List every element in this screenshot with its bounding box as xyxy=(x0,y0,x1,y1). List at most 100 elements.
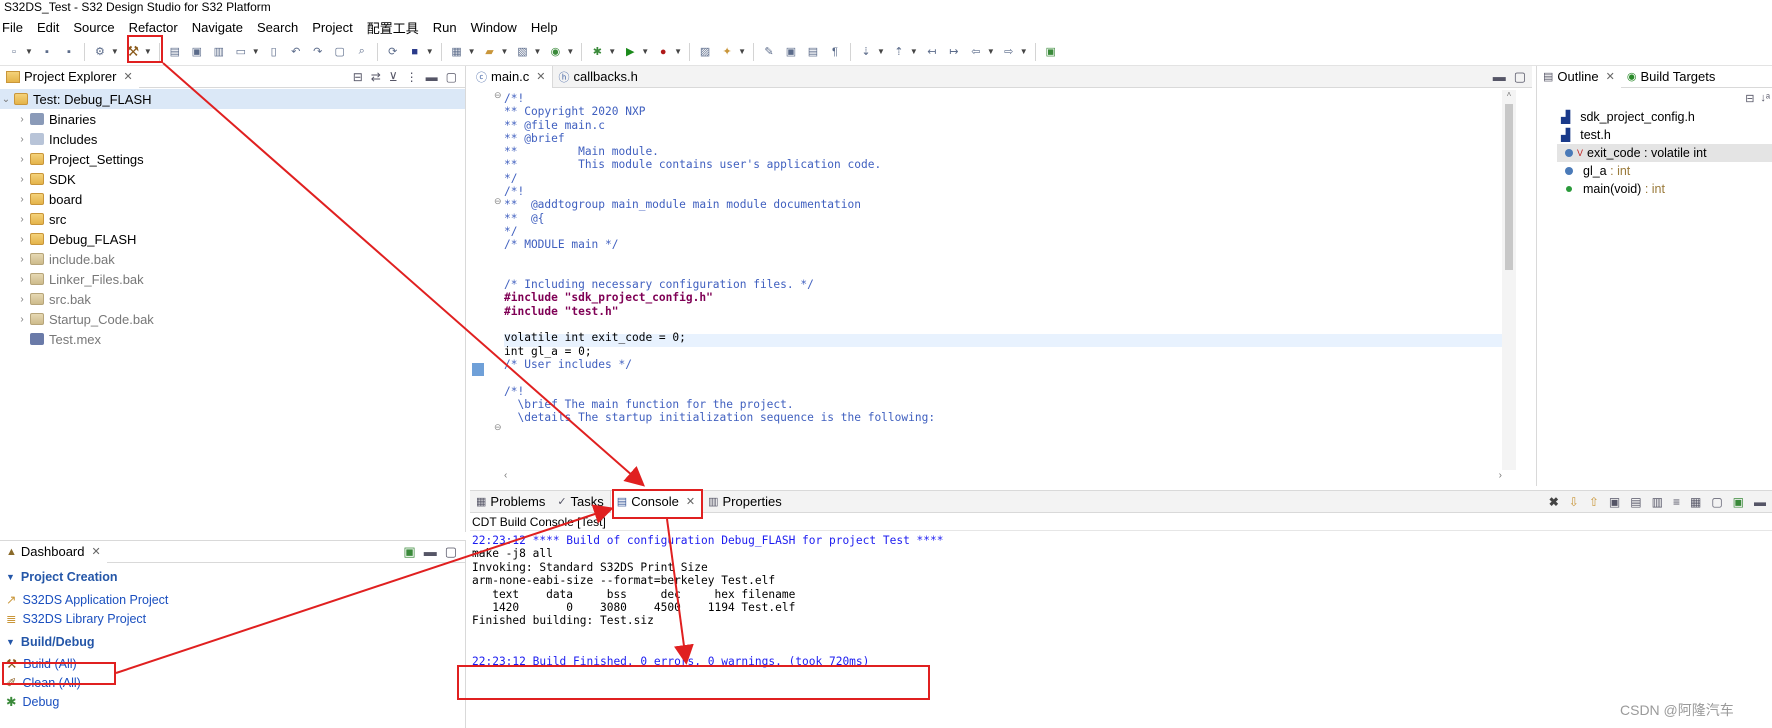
tab-build-targets[interactable]: ◉ Build Targets xyxy=(1621,66,1722,88)
outline-item[interactable]: ▟ sdk_project_config.h xyxy=(1561,108,1772,126)
chevron-down-icon[interactable]: ▼ xyxy=(252,47,260,56)
refresh-icon[interactable]: ⟳ xyxy=(385,44,401,60)
chevron-down-icon[interactable]: ▼ xyxy=(566,47,574,56)
tree-item[interactable]: › board xyxy=(0,189,465,209)
maximize-icon[interactable]: ▢ xyxy=(445,544,457,560)
scroll-lock-icon[interactable]: ▥ xyxy=(1652,495,1663,509)
console-output[interactable]: 22:23:12 **** Build of configuration Deb… xyxy=(470,531,1772,671)
menu-source[interactable]: Source xyxy=(73,20,114,35)
expand-chevron-icon[interactable]: › xyxy=(16,154,28,165)
tree-root[interactable]: ⌄ Test: Debug_FLASH xyxy=(0,89,465,109)
new-class-icon[interactable]: ▧ xyxy=(514,44,530,60)
scrollbar-thumb[interactable] xyxy=(1505,104,1513,270)
debug-bug-icon[interactable]: ✱ xyxy=(589,44,605,60)
collapse-all-icon[interactable]: ⊟ xyxy=(353,70,363,84)
chevron-down-icon[interactable]: ▼ xyxy=(501,47,509,56)
scroll-left-icon[interactable]: ‹ xyxy=(504,470,507,484)
chevron-down-icon[interactable]: ▼ xyxy=(877,47,885,56)
link-library-project[interactable]: S32DS Library Project xyxy=(22,612,146,626)
monitor-icon[interactable]: ▭ xyxy=(233,44,249,60)
flash-icon[interactable]: ✦ xyxy=(719,44,735,60)
menu-refactor[interactable]: Refactor xyxy=(129,20,178,35)
scroll-up-icon[interactable]: ⇧ xyxy=(1589,495,1599,509)
save-all-icon[interactable]: ▪ xyxy=(61,44,77,60)
tab-properties[interactable]: ▥ Properties xyxy=(702,491,788,513)
search-icon[interactable]: ⌕ xyxy=(354,44,370,60)
terminal-icon[interactable]: ▢ xyxy=(332,44,348,60)
library-icon[interactable]: ▥ xyxy=(211,44,227,60)
scroll-right-icon[interactable]: › xyxy=(1499,470,1502,484)
chevron-down-icon[interactable]: ▼ xyxy=(674,47,682,56)
last-edit-icon[interactable]: ↤ xyxy=(924,44,940,60)
chevron-down-icon[interactable]: ▼ xyxy=(608,47,616,56)
display-console-icon[interactable]: ▢ xyxy=(1711,495,1722,509)
menu-file[interactable]: File xyxy=(2,20,23,35)
expand-chevron-icon[interactable]: › xyxy=(16,234,28,245)
outline-item[interactable]: ▟ test.h xyxy=(1561,126,1772,144)
link-editor-icon[interactable]: ⇄ xyxy=(371,70,381,84)
expand-chevron-icon[interactable]: ⌄ xyxy=(0,94,12,105)
new-source-icon[interactable]: ▣ xyxy=(189,44,205,60)
tab-dashboard[interactable]: ▲ Dashboard ✕ xyxy=(0,540,107,563)
close-icon[interactable]: ✕ xyxy=(92,545,101,558)
dashboard-action-icon[interactable]: ▣ xyxy=(403,544,415,560)
tab-tasks[interactable]: ✓ Tasks xyxy=(551,491,609,513)
chevron-down-icon[interactable]: ▼ xyxy=(468,47,476,56)
chevron-down-icon[interactable]: ▼ xyxy=(426,47,434,56)
tree-item[interactable]: › src xyxy=(0,209,465,229)
chevron-down-icon[interactable]: ▼ xyxy=(1020,47,1028,56)
save-icon[interactable]: ▪ xyxy=(39,44,55,60)
link-debug[interactable]: Debug xyxy=(22,695,59,709)
file-icon[interactable]: ▯ xyxy=(266,44,282,60)
menu-navigate[interactable]: Navigate xyxy=(192,20,243,35)
tab-main-c[interactable]: ⓒ main.c ✕ xyxy=(470,65,553,88)
pilcrow-icon[interactable]: ¶ xyxy=(827,44,843,60)
expand-chevron-icon[interactable]: › xyxy=(16,274,28,285)
close-icon[interactable]: ✕ xyxy=(123,70,132,83)
menu-run[interactable]: Run xyxy=(433,20,457,35)
tree-item[interactable]: › src.bak xyxy=(0,289,465,309)
outline-item[interactable]: gl_a : int xyxy=(1561,162,1772,180)
chevron-down-icon[interactable]: ▼ xyxy=(987,47,995,56)
dashboard-item[interactable]: ✱ Debug xyxy=(6,692,465,711)
close-icon[interactable]: ✕ xyxy=(536,70,545,83)
next-annotation-icon[interactable]: ⇣ xyxy=(858,44,874,60)
minimize-icon[interactable]: ▬ xyxy=(1493,69,1506,85)
chevron-down-icon[interactable]: ▼ xyxy=(910,47,918,56)
new-project-icon[interactable]: ▦ xyxy=(449,44,465,60)
chip-icon[interactable]: ■ xyxy=(407,44,423,60)
tree-item[interactable]: › Project_Settings xyxy=(0,149,465,169)
tree-item[interactable]: › Includes xyxy=(0,129,465,149)
menu-edit[interactable]: Edit xyxy=(37,20,59,35)
expand-chevron-icon[interactable]: › xyxy=(16,194,28,205)
dashboard-item[interactable]: ≣ S32DS Library Project xyxy=(6,609,465,628)
chevron-down-icon[interactable]: ▼ xyxy=(25,47,33,56)
tree-item[interactable]: Test.mex xyxy=(0,329,465,349)
tree-item[interactable]: › Debug_FLASH xyxy=(0,229,465,249)
tab-callbacks-h[interactable]: ⓗ callbacks.h xyxy=(553,66,644,88)
scroll-down-icon[interactable]: ⇩ xyxy=(1569,495,1579,509)
tab-project-explorer[interactable]: Project Explorer ✕ xyxy=(0,65,139,88)
back-arrow-icon[interactable]: ⇦ xyxy=(968,44,984,60)
open-folder-icon[interactable]: ▰ xyxy=(482,44,498,60)
tree-item[interactable]: › SDK xyxy=(0,169,465,189)
collapse-all-icon[interactable]: ⊟ xyxy=(1745,92,1754,105)
redo-icon[interactable]: ↷ xyxy=(310,44,326,60)
coverage-icon[interactable]: ◉ xyxy=(547,44,563,60)
open-perspective-icon[interactable]: ▣ xyxy=(1043,44,1059,60)
forward-arrow-icon[interactable]: ⇨ xyxy=(1001,44,1017,60)
minimize-icon[interactable]: ▬ xyxy=(1754,495,1766,509)
section-project-creation[interactable]: ▼ Project Creation xyxy=(6,567,465,586)
fold-icon[interactable]: ⊖ xyxy=(494,90,502,101)
dashboard-item[interactable]: ↗ S32DS Application Project xyxy=(6,590,465,609)
link-application-project[interactable]: S32DS Application Project xyxy=(22,593,168,607)
menu-help[interactable]: Help xyxy=(531,20,558,35)
outline-item[interactable]: main(void) : int xyxy=(1561,180,1772,198)
mark-icon[interactable]: ▣ xyxy=(783,44,799,60)
pen-icon[interactable]: ✎ xyxy=(761,44,777,60)
show-when-changed-icon[interactable]: ≡ xyxy=(1673,495,1680,509)
menu-project[interactable]: Project xyxy=(312,20,352,35)
close-icon[interactable]: ✕ xyxy=(1606,70,1615,83)
binary-icon[interactable]: ▤ xyxy=(167,44,183,60)
expand-chevron-icon[interactable]: › xyxy=(16,174,28,185)
